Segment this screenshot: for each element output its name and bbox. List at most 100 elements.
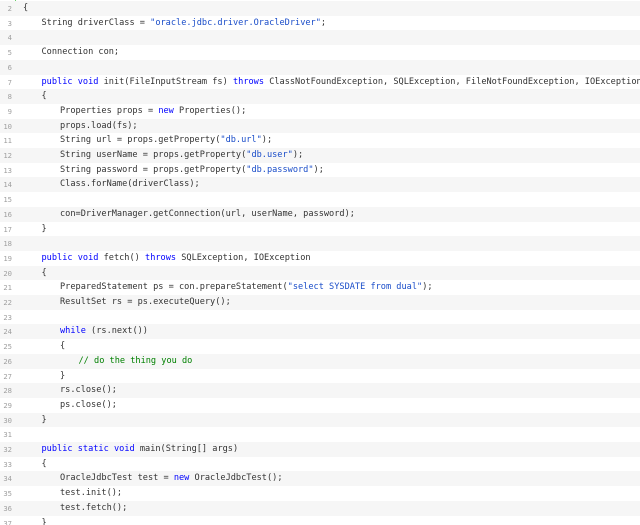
line-number: 29 — [3, 400, 12, 410]
code-line[interactable]: 32 public static void main(String[] args) — [0, 442, 640, 457]
code-text: while (rs.next()) — [60, 324, 148, 339]
code-keyword: throws — [145, 252, 177, 263]
code-line[interactable]: 34 OracleJdbcTest test = new OracleJdbcTe… — [0, 471, 640, 487]
code-string: "select SYSDATE from dual" — [287, 282, 423, 293]
code-token: ); — [261, 135, 273, 146]
code-token: } — [41, 414, 47, 425]
line-number: 9 — [7, 106, 12, 116]
line-number: 37 — [3, 518, 12, 525]
line-number: 25 — [3, 342, 12, 352]
code-line[interactable]: 35 test.init(); — [0, 486, 640, 502]
code-line[interactable]: 22 ResultSet rs = ps.executeQuery(); — [0, 295, 640, 310]
code-token: ps.close(); — [60, 399, 117, 410]
code-keyword: new — [173, 473, 190, 484]
code-token: PreparedStatement ps = con.prepareStatem… — [60, 282, 288, 293]
code-keyword: throws — [232, 76, 265, 87]
code-string: "db.user" — [246, 150, 293, 160]
code-token: init(FileInputStream fs) — [98, 76, 233, 87]
code-line[interactable]: 10 props.load(fs); — [0, 118, 640, 134]
code-keyword: public — [41, 444, 73, 454]
code-line[interactable]: 12 String userName = props.getProperty("d… — [0, 148, 640, 163]
line-number: 35 — [3, 489, 12, 499]
code-editor[interactable]: 2{ 3 String driverClass = "oracle.jdbc.dri… — [0, 0, 640, 525]
code-text: Class.forName(driverClass); — [60, 177, 200, 192]
line-number: 14 — [3, 180, 12, 190]
line-number: 7 — [7, 77, 12, 87]
code-token: props.load(fs); — [60, 120, 138, 131]
code-token: { — [41, 267, 47, 278]
line-number: 19 — [3, 253, 12, 263]
code-text: String driverClass = "oracle.jdbc.driver… — [42, 16, 327, 31]
code-token: { — [23, 3, 29, 13]
code-text: String userName = props.getProperty("db.… — [60, 148, 303, 163]
code-line[interactable]: 2{ — [0, 1, 640, 16]
line-number: 30 — [3, 415, 12, 425]
code-token: main(String[] args) — [134, 444, 239, 454]
code-token: con=DriverManager.getConnection(url, use… — [60, 208, 355, 219]
code-line[interactable]: 37} — [0, 515, 640, 525]
code-line[interactable]: 24 while (rs.next()) — [0, 324, 640, 340]
line-number: 33 — [3, 459, 12, 469]
code-token: String userName = props.getProperty( — [60, 150, 247, 160]
code-line[interactable]: 19 public void fetch() throws SQLExceptio… — [0, 250, 640, 266]
line-number: 18 — [3, 239, 12, 249]
code-token: test.fetch(); — [60, 502, 128, 513]
code-text: } — [60, 369, 65, 384]
code-line[interactable]: 5 Connection con; — [0, 45, 640, 61]
code-token: test.init(); — [60, 488, 123, 499]
code-line[interactable]: 16 con=DriverManager.getConnection(url, u… — [0, 206, 640, 222]
code-token: Properties props = — [60, 105, 159, 116]
code-line[interactable]: 3 String driverClass = "oracle.jdbc.drive… — [0, 15, 640, 31]
code-line[interactable]: 11 String url = props.getProperty("db.url… — [0, 133, 640, 149]
code-text: { — [42, 457, 47, 472]
code-line[interactable]: 21 PreparedStatement ps = con.prepareStat… — [0, 280, 640, 296]
code-line[interactable]: 23 — [0, 309, 640, 325]
code-token: SQLException, IOException — [176, 252, 311, 263]
code-line[interactable]: 14 Class.forName(driverClass); — [0, 177, 640, 193]
code-line[interactable]: 28 rs.close(); — [0, 383, 640, 399]
code-text: rs.close(); — [60, 383, 117, 398]
code-keyword: new — [158, 105, 174, 116]
code-line[interactable]: 30} — [0, 412, 640, 428]
code-line[interactable]: 25 { — [0, 339, 640, 355]
line-number: 13 — [3, 165, 12, 175]
code-text: public static void main(String[] args) — [42, 442, 239, 457]
code-line[interactable]: 33 { — [0, 456, 640, 472]
code-keyword: void — [77, 252, 99, 263]
code-text: } — [42, 413, 47, 428]
code-text: { — [42, 89, 47, 104]
code-line[interactable]: 8{ — [0, 89, 640, 105]
code-keyword: public — [41, 76, 73, 87]
code-line[interactable]: 26 // do the thing you do — [0, 353, 640, 369]
code-keyword: public — [41, 252, 73, 263]
code-line[interactable]: 29 ps.close(); — [0, 397, 640, 413]
code-line[interactable]: 20 { — [0, 265, 640, 281]
code-text: { — [23, 1, 28, 16]
code-line[interactable]: 15 — [0, 192, 640, 208]
code-string: "oracle.jdbc.driver.OracleDriver" — [150, 17, 321, 28]
code-token: { — [41, 91, 47, 102]
code-text: props.load(fs); — [60, 119, 138, 134]
code-line[interactable]: 36 test.fetch(); — [0, 500, 640, 516]
code-line[interactable]: 18 — [0, 236, 640, 252]
code-line[interactable]: 17} — [0, 221, 640, 237]
code-token: OracleJdbcTest test = — [60, 473, 174, 484]
code-line[interactable]: 4 — [0, 30, 640, 46]
code-text: test.init(); — [60, 486, 122, 501]
code-text: OracleJdbcTest test = new OracleJdbcTest… — [60, 471, 283, 486]
line-number: 3 — [7, 18, 12, 28]
code-line[interactable]: 7 public void init(FileInputStream fs) th… — [0, 74, 640, 90]
code-line[interactable]: 6 — [0, 59, 640, 75]
code-line[interactable]: 31 — [0, 427, 640, 443]
code-text: public void fetch() throws SQLException,… — [42, 251, 311, 266]
code-line[interactable]: 13 String password = props.getProperty("d… — [0, 162, 640, 178]
code-text: } — [42, 516, 47, 525]
code-token: ClassNotFoundException, SQLException, Fi… — [264, 76, 640, 87]
code-token: { — [41, 458, 47, 469]
line-number: 17 — [3, 224, 12, 234]
code-line[interactable]: 27} — [0, 368, 640, 384]
line-number: 36 — [3, 503, 12, 513]
code-line[interactable]: 9 Properties props = new Properties(); — [0, 103, 640, 119]
line-number: 4 — [7, 33, 12, 43]
line-number: 22 — [3, 298, 12, 307]
